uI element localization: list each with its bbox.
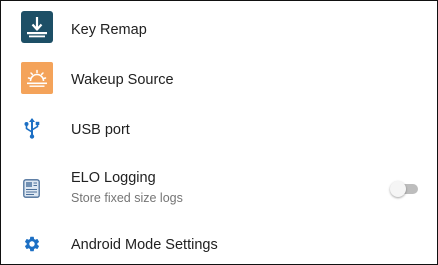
key-remap-icon [21,11,53,43]
settings-item-elo-logging[interactable]: ELO Logging Store fixed size logs [1,154,437,219]
settings-item-label: Android Mode Settings [71,237,218,253]
settings-item-usb-port[interactable]: USB port [1,104,437,154]
wakeup-source-icon [21,62,53,94]
toggle-thumb [390,181,406,197]
settings-item-label: ELO Logging [71,170,156,186]
settings-item-sublabel: Store fixed size logs [71,191,183,205]
settings-list: Key Remap Wakeup Source USB port ELO Log… [0,0,438,265]
elo-logging-toggle[interactable] [390,181,420,197]
usb-icon [24,118,40,139]
settings-item-label: Wakeup Source [71,72,174,88]
settings-item-android-mode[interactable]: Android Mode Settings [1,219,437,264]
settings-item-key-remap[interactable]: Key Remap [1,1,437,54]
gear-icon [24,236,40,252]
settings-item-label: Key Remap [71,22,147,38]
settings-item-label: USB port [71,122,130,138]
settings-item-wakeup-source[interactable]: Wakeup Source [1,54,437,104]
logging-icon [23,179,40,198]
